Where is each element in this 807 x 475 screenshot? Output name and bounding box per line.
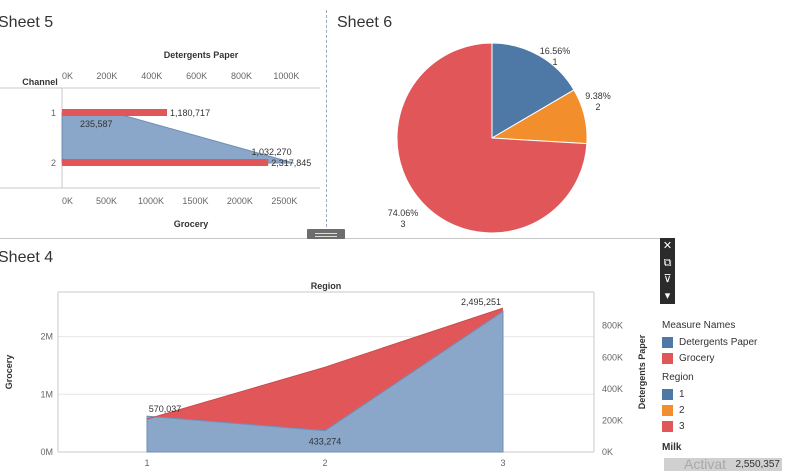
row-header: Channel: [22, 77, 58, 87]
right-axis-title: Detergents Paper: [637, 334, 647, 409]
legend-swatch: [662, 404, 673, 416]
sheet6-title: Sheet 6: [337, 14, 393, 31]
bottom-axis-tick-label: 0K: [62, 196, 73, 206]
legend-measure-item[interactable]: Grocery: [662, 350, 802, 366]
top-axis-tick-label: 200K: [96, 71, 117, 81]
right-axis-tick-label: 0K: [602, 447, 613, 457]
activation-watermark: Activat: [684, 456, 727, 472]
legend-milk-title: Milk: [662, 442, 682, 453]
detergents-data-label: 433,274: [309, 437, 342, 447]
sheet-toolbar: ✕ ⧉ ⊽ ▾: [660, 238, 675, 304]
dashboard-divider-vertical: [326, 10, 327, 232]
channel-label: 2: [51, 158, 56, 168]
grocery-data-label: 570,037: [149, 404, 182, 414]
sheet4-title: Sheet 4: [0, 249, 54, 266]
grocery-bar: [62, 109, 168, 116]
left-axis-tick-label: 0M: [40, 447, 53, 457]
legend-label: Detergents Paper: [679, 336, 758, 348]
pie-percent-label: 16.56%: [540, 46, 571, 56]
grocery-bar: [62, 159, 269, 166]
legend-measure-title: Measure Names: [662, 320, 736, 331]
legend-panel: Measure Names Detergents Paper Grocery R…: [662, 318, 802, 456]
top-axis-tick-label: 400K: [141, 71, 162, 81]
left-axis-tick-label: 1M: [40, 389, 53, 399]
sheet6-chart: 16.56%1 9.38%2 74.06%3: [388, 42, 611, 234]
legend-label: 2: [679, 404, 685, 416]
pie-percent-label: 74.06%: [388, 208, 419, 218]
legend-swatch: [662, 336, 673, 348]
bottom-axis-tick-label: 2000K: [227, 196, 253, 206]
pie-region-label: 1: [552, 57, 557, 67]
grocery-data-label: 1,180,717: [170, 108, 210, 118]
x-axis-tick-label: 1: [144, 458, 149, 468]
sheet5-chart: Detergents Paper Channel 0K 200K 400K 600K 800…: [0, 50, 320, 229]
sheet4-chart: Region 570,037 2,495,251 433,274 0M 1M 2M Groce…: [4, 281, 647, 468]
bottom-axis-tick-label: 500K: [96, 196, 117, 206]
legend-region-item[interactable]: 1: [662, 386, 802, 402]
dropdown-icon[interactable]: ▾: [665, 290, 671, 302]
x-axis-tick-label: 2: [322, 458, 327, 468]
right-axis-tick-label: 800K: [602, 321, 623, 331]
bottom-axis-tick-label: 2500K: [271, 196, 297, 206]
top-axis-tick-label: 600K: [186, 71, 207, 81]
popout-icon[interactable]: ⧉: [664, 257, 672, 269]
bottom-axis-title: Grocery: [174, 219, 209, 229]
filter-icon[interactable]: ⊽: [663, 273, 671, 285]
pie-percent-label: 9.38%: [585, 91, 611, 101]
right-axis-tick-label: 600K: [602, 352, 623, 362]
right-axis-tick-label: 200K: [602, 415, 623, 425]
detergents-data-label: 1,032,270: [252, 147, 292, 157]
pie-region-label: 3: [400, 219, 405, 229]
top-axis-tick-label: 0K: [62, 71, 73, 81]
close-icon[interactable]: ✕: [663, 240, 672, 252]
grocery-data-label: 2,495,251: [461, 297, 501, 307]
legend-region-item[interactable]: 3: [662, 418, 802, 434]
channel-label: 1: [51, 108, 56, 118]
legend-label: 3: [679, 420, 685, 432]
sheet5-title: Sheet 5: [0, 14, 54, 31]
column-header: Region: [311, 281, 342, 291]
left-axis-title: Grocery: [4, 355, 14, 390]
grocery-data-label: 2,317,845: [271, 158, 311, 168]
bottom-axis-tick-label: 1500K: [182, 196, 208, 206]
x-axis-tick-label: 3: [500, 458, 505, 468]
bottom-axis-tick-label: 1000K: [138, 196, 164, 206]
legend-region-title: Region: [662, 372, 694, 383]
legend-label: 1: [679, 388, 685, 400]
legend-measure-item[interactable]: Detergents Paper: [662, 334, 802, 350]
legend-swatch: [662, 388, 673, 400]
milk-value: 2,550,357: [735, 459, 781, 470]
right-axis-tick-label: 400K: [602, 384, 623, 394]
left-axis-tick-label: 2M: [40, 332, 53, 342]
top-axis-title: Detergents Paper: [164, 50, 239, 60]
pie-region-label: 2: [595, 102, 600, 112]
detergents-data-label: 235,587: [80, 119, 113, 129]
legend-swatch: [662, 420, 673, 432]
legend-swatch: [662, 352, 673, 364]
top-axis-tick-label: 800K: [231, 71, 252, 81]
legend-label: Grocery: [679, 352, 715, 364]
top-axis-tick-label: 1000K: [273, 71, 299, 81]
legend-region-item[interactable]: 2: [662, 402, 802, 418]
